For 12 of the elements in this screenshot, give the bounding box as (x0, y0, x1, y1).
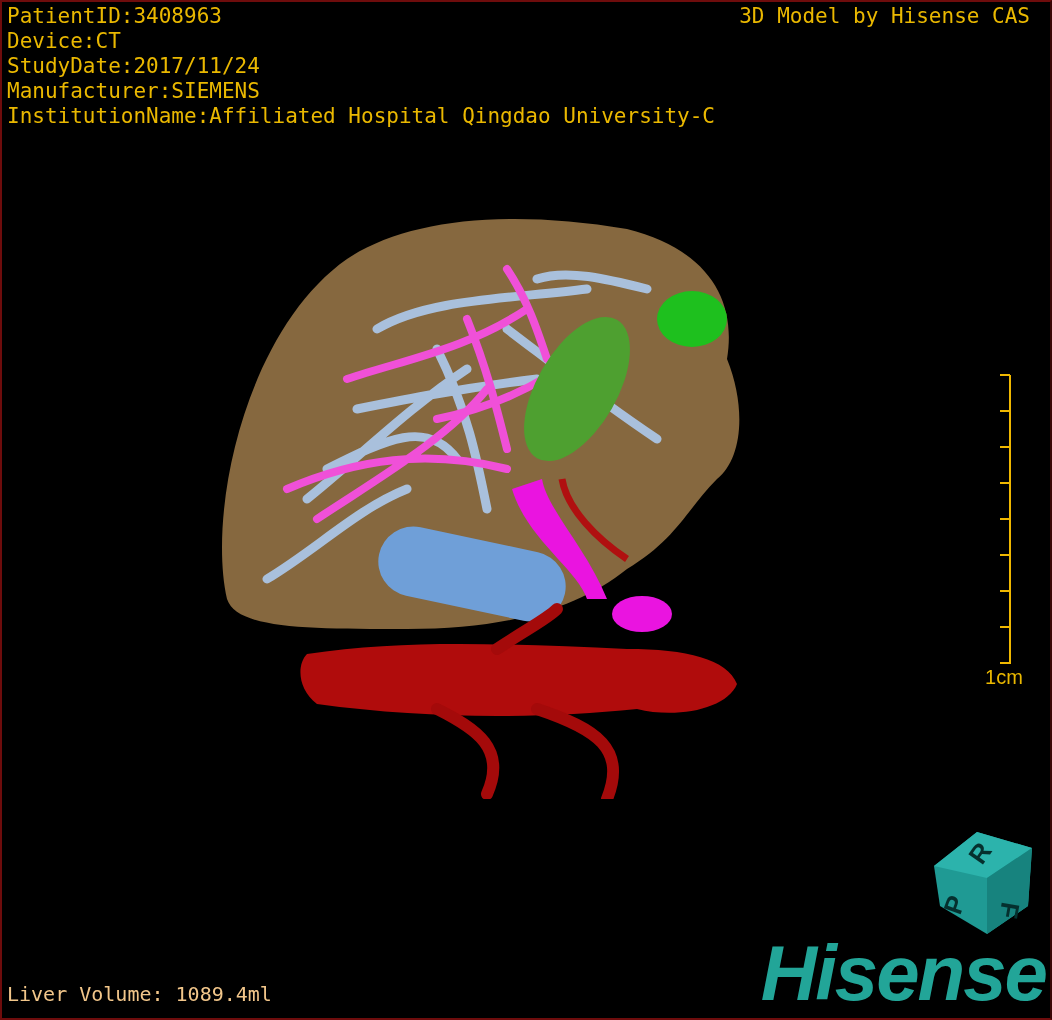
study-info-text: Manufacturer:SIEMENS (7, 79, 261, 104)
brand-logo: Hisense (760, 936, 1047, 1010)
scale-label: 1cm (985, 666, 1023, 688)
cube-face-label: F (993, 899, 1026, 921)
study-info-text: InstitutionName:Affiliated Hospital Qingdao University-C (7, 104, 715, 129)
cube-face-label: P (937, 891, 972, 919)
liver-volume-text: Liver Volume: 1089.4ml (7, 982, 272, 1008)
viewer-title: 3D Model by Hisense CAS (739, 4, 1030, 29)
study-info-text: PatientID:3408963 (7, 4, 223, 29)
study-info-text: StudyDate:2017/11/24 (7, 54, 261, 79)
study-info-text: Device:CT (7, 29, 122, 54)
cube-face-label: R (962, 836, 998, 870)
